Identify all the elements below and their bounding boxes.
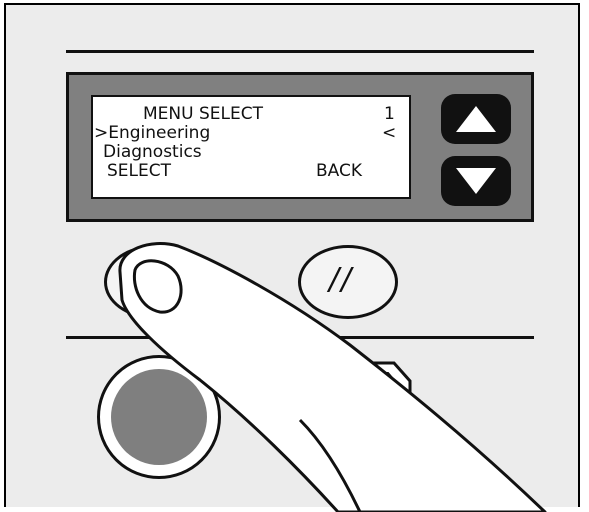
back-softkey-label: BACK [316,161,363,181]
lcd-screen: MENU SELECT 1 >Engineering < Diagnostics… [91,95,411,199]
cursor-marker: < [382,123,397,143]
menu-item-engineering[interactable]: >Engineering [94,124,210,142]
back-softkey-button[interactable]: // [298,245,398,319]
select-softkey-label: SELECT [107,161,171,181]
up-arrow-button[interactable] [441,94,511,144]
page-number: 1 [384,104,395,124]
large-round-button-bezel [97,355,221,479]
partial-square-button[interactable] [328,355,414,425]
triangle-up-icon [456,106,496,132]
select-softkey-button[interactable] [104,245,204,319]
middle-divider [66,336,534,339]
large-round-button[interactable] [111,369,207,465]
display-panel: MENU SELECT 1 >Engineering < Diagnostics… [66,72,534,222]
triangle-down-icon [456,168,496,194]
softkey-slash-mark: // [329,262,354,297]
down-arrow-button[interactable] [441,156,511,206]
top-divider [66,50,534,53]
menu-item-diagnostics[interactable]: Diagnostics [103,143,202,161]
menu-title: MENU SELECT [143,104,263,124]
device-illustration: MENU SELECT 1 >Engineering < Diagnostics… [0,0,589,512]
